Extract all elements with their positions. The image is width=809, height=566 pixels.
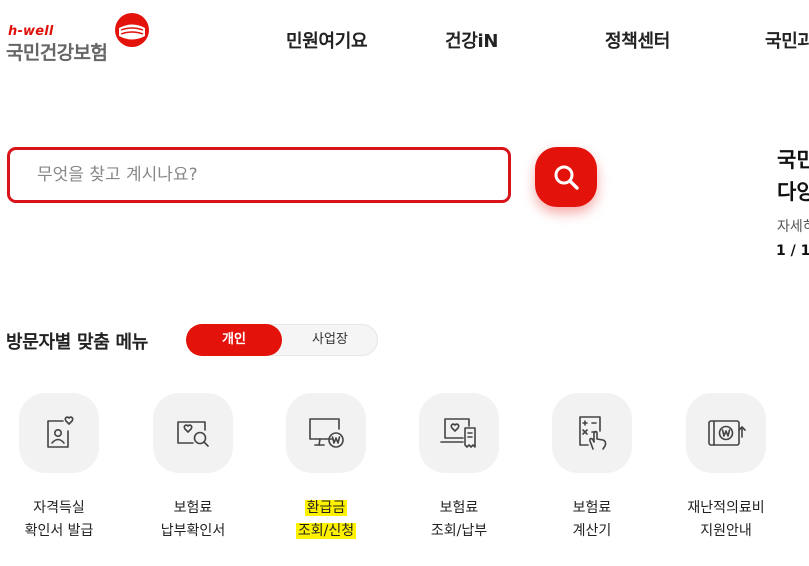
search-icon [554, 165, 579, 190]
banner-pager: 1 / 1 [776, 243, 809, 259]
menu-icon-bg [419, 393, 499, 473]
toggle-business[interactable]: 사업장 [282, 324, 378, 356]
calculator-hand-icon [579, 416, 607, 450]
menu-item-premium-inquiry[interactable]: 보험료 조회/납부 [394, 393, 524, 543]
document-search-icon [177, 421, 209, 447]
menu-label-line2: 계산기 [572, 523, 612, 539]
menu-item-premium-calculator[interactable]: 보험료 계산기 [527, 393, 657, 543]
menu-label-line2: 조회/납부 [430, 523, 488, 539]
section-title: 방문자별 맞춤 메뉴 [6, 332, 149, 353]
menu-item-catastrophic-medical-support[interactable]: 재난적의료비 지원안내 [661, 393, 791, 543]
menu-label-line1: 환급금 [304, 500, 348, 516]
visitor-type-toggle: 개인 사업장 [186, 324, 378, 356]
menu-label-line2: 지원안내 [700, 523, 752, 539]
menu-item-eligibility[interactable]: 자격득실 확인서 발급 [0, 393, 124, 543]
laptop-receipt-icon [440, 418, 476, 448]
logo-mask-icon [115, 13, 149, 47]
menu-label-line1: 보험료 [572, 500, 612, 516]
menu-label-line2: 조회/신청 [295, 523, 357, 539]
menu-label-line1: 보험료 [439, 500, 479, 516]
nav-public[interactable]: 국민과 [765, 27, 809, 53]
search-button[interactable] [535, 147, 597, 207]
search-box [7, 147, 511, 203]
menu-item-refund[interactable]: 환급금 조회/신청 [261, 393, 391, 543]
menu-label-line2: 확인서 발급 [24, 523, 94, 539]
nav-minwon[interactable]: 민원여기요 [286, 27, 368, 53]
logo-sub: h-well [8, 24, 54, 39]
menu-icon-bg [153, 393, 233, 473]
banner-title-line2: 다양 [777, 180, 809, 204]
nav-health-in[interactable]: 건강iN [445, 27, 498, 53]
search-input[interactable] [10, 150, 508, 200]
menu-icon-bg [286, 393, 366, 473]
monitor-won-icon [309, 418, 344, 448]
toggle-personal[interactable]: 개인 [186, 324, 282, 356]
menu-icon-bg [19, 393, 99, 473]
menu-label-line1: 보험료 [173, 500, 213, 516]
logo[interactable]: h-well 국민건강보험 [6, 12, 156, 64]
menu-icon-bg [686, 393, 766, 473]
won-support-icon [708, 420, 746, 446]
menu-label-line2: 납부확인서 [160, 523, 226, 539]
menu-item-premium-payment-cert[interactable]: 보험료 납부확인서 [128, 393, 258, 543]
nav-policy-center[interactable]: 정책센터 [605, 27, 670, 53]
menu-label-line1: 자격득실 [33, 500, 85, 516]
banner-title-line1: 국민 [777, 148, 809, 172]
menu-label-line1: 재난적의료비 [687, 500, 765, 516]
id-card-heart-icon [47, 416, 74, 448]
menu-icon-bg [552, 393, 632, 473]
logo-main: 국민건강보험 [6, 42, 108, 64]
banner-detail-link[interactable]: 자세히 [777, 216, 809, 236]
